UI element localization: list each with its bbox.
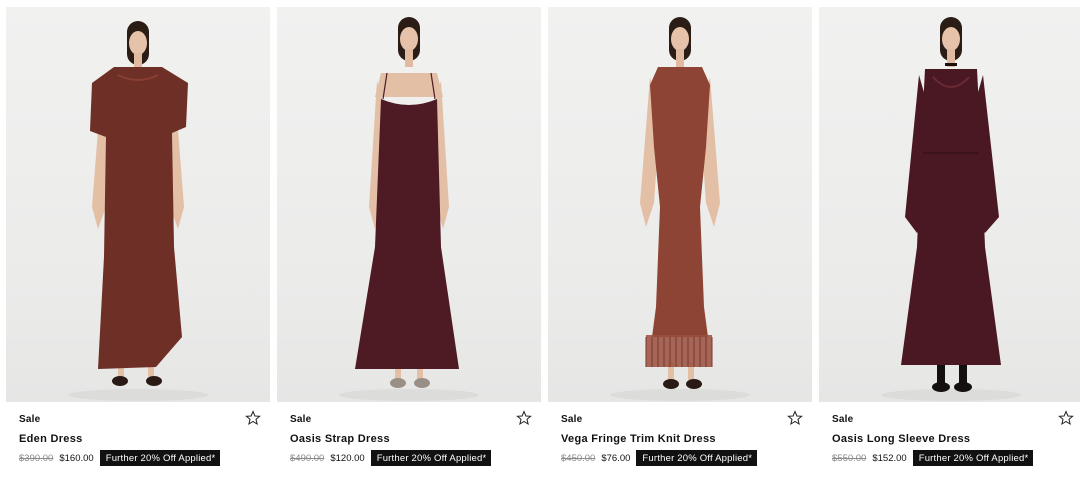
price-row: $390.00 $160.00 Further 20% Off Applied*	[19, 450, 221, 466]
product-card[interactable]: Sale Oasis Long Sleeve Dress $550.00 $15…	[819, 7, 1080, 477]
dress-shape	[90, 67, 188, 369]
sale-tag: Sale	[561, 414, 583, 425]
promo-badge: Further 20% Off Applied*	[636, 450, 758, 466]
product-image[interactable]	[277, 7, 541, 402]
sale-price: $120.00	[330, 452, 365, 464]
product-info: Sale Vega Fringe Trim Knit Dress $450.00…	[548, 402, 812, 477]
star-outline-icon[interactable]	[1058, 410, 1074, 426]
product-info: Sale Eden Dress $390.00 $160.00 Further …	[6, 402, 270, 477]
model-illustration	[881, 17, 1021, 401]
original-price: $550.00	[832, 452, 867, 464]
product-name[interactable]: Oasis Long Sleeve Dress	[832, 433, 970, 445]
star-outline-icon[interactable]	[516, 410, 532, 426]
product-grid: Sale Eden Dress $390.00 $160.00 Further …	[6, 7, 1080, 477]
star-outline-icon[interactable]	[787, 410, 803, 426]
original-price: $390.00	[19, 452, 54, 464]
model-illustration	[68, 21, 208, 401]
model-illustration	[610, 17, 750, 401]
original-price: $450.00	[561, 452, 596, 464]
promo-badge: Further 20% Off Applied*	[99, 450, 221, 466]
sale-price: $152.00	[872, 452, 907, 464]
product-card[interactable]: Sale Vega Fringe Trim Knit Dress $450.00…	[548, 7, 812, 477]
original-price: $490.00	[290, 452, 325, 464]
product-name[interactable]: Eden Dress	[19, 433, 83, 445]
promo-badge: Further 20% Off Applied*	[912, 450, 1034, 466]
product-info: Sale Oasis Long Sleeve Dress $550.00 $15…	[819, 402, 1080, 477]
model-illustration	[339, 17, 479, 401]
product-card[interactable]: Sale Oasis Strap Dress $490.00 $120.00 F…	[277, 7, 541, 477]
sale-price: $76.00	[601, 452, 631, 464]
promo-badge: Further 20% Off Applied*	[370, 450, 492, 466]
sale-tag: Sale	[290, 414, 312, 425]
dress-shape	[650, 67, 710, 337]
sale-price: $160.00	[59, 452, 94, 464]
product-name[interactable]: Oasis Strap Dress	[290, 433, 390, 445]
product-image[interactable]	[819, 7, 1080, 402]
star-outline-icon[interactable]	[245, 410, 261, 426]
price-row: $490.00 $120.00 Further 20% Off Applied*	[290, 450, 492, 466]
sale-tag: Sale	[19, 414, 41, 425]
sale-tag: Sale	[832, 414, 854, 425]
price-row: $450.00 $76.00 Further 20% Off Applied*	[561, 450, 758, 466]
product-image[interactable]	[6, 7, 270, 402]
price-row: $550.00 $152.00 Further 20% Off Applied*	[832, 450, 1034, 466]
product-info: Sale Oasis Strap Dress $490.00 $120.00 F…	[277, 402, 541, 477]
product-card[interactable]: Sale Eden Dress $390.00 $160.00 Further …	[6, 7, 270, 477]
product-name[interactable]: Vega Fringe Trim Knit Dress	[561, 433, 716, 445]
product-image[interactable]	[548, 7, 812, 402]
